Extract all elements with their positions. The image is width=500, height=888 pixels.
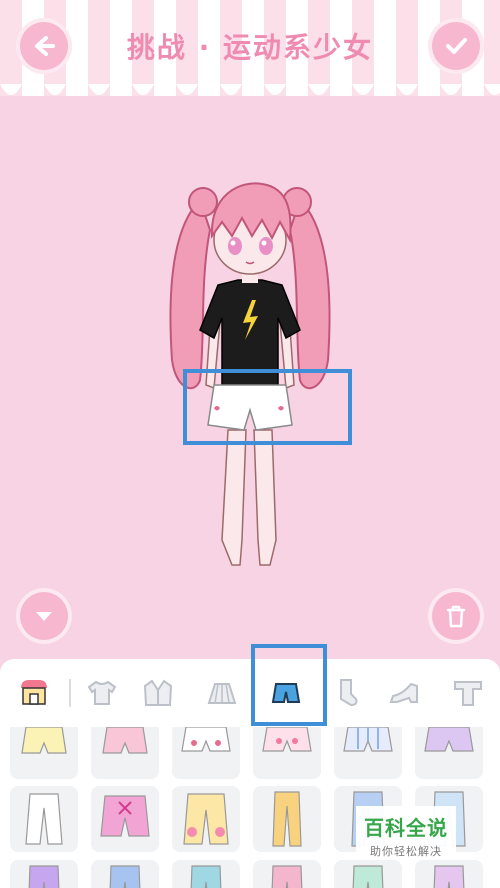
tab-skirt[interactable]: [196, 667, 248, 719]
shorts-highlight-box: [183, 369, 352, 445]
collapse-button[interactable]: [16, 588, 72, 644]
chevron-down-icon: [36, 612, 52, 621]
item-yellow-bloomers[interactable]: [10, 727, 78, 779]
item-pink-bloomers[interactable]: [91, 727, 159, 779]
delete-button[interactable]: [428, 588, 484, 644]
tab-tshirt[interactable]: [76, 667, 128, 719]
trash-icon: [446, 605, 466, 628]
item-white-pants[interactable]: [10, 786, 78, 852]
item-lavender-bloomers[interactable]: [415, 727, 483, 779]
item-mint-pants[interactable]: [334, 860, 402, 888]
item-pink-ribbon-bloomers[interactable]: [253, 727, 321, 779]
tab-jacket[interactable]: [132, 667, 184, 719]
confirm-button[interactable]: [428, 18, 484, 74]
watermark: 百科全说 助你轻松解决: [356, 806, 456, 860]
tab-shoes[interactable]: [378, 667, 430, 719]
back-arrow-icon: [35, 36, 55, 56]
item-white-heart-shorts[interactable]: [172, 727, 240, 779]
skirt-icon: [207, 683, 237, 704]
top-icon: [454, 681, 482, 706]
item-purple-pants[interactable]: [10, 860, 78, 888]
shorts-tab-highlight-box: [251, 644, 327, 726]
item-pink-pants[interactable]: [253, 860, 321, 888]
tab-shop[interactable]: [8, 667, 60, 719]
category-tab-bar: [0, 659, 500, 727]
watermark-sub-text: 助你轻松解决: [370, 845, 442, 858]
back-button[interactable]: [16, 18, 72, 74]
tshirt-icon: [87, 680, 117, 705]
checkmark-icon: [446, 38, 467, 54]
item-yellow-heart-pants[interactable]: [172, 786, 240, 852]
tab-socks[interactable]: [320, 667, 372, 719]
heel-shoe-icon: [389, 682, 418, 703]
tab-top[interactable]: [442, 667, 494, 719]
watermark-main-text: 百科全说: [364, 816, 448, 840]
tab-divider: [69, 679, 71, 707]
item-yellow-trousers[interactable]: [253, 786, 321, 852]
item-teal-pants[interactable]: [172, 860, 240, 888]
item-blue-pants-2[interactable]: [91, 860, 159, 888]
item-pink-lace-shorts[interactable]: [91, 786, 159, 852]
shop-icon: [21, 680, 47, 705]
banner-scallop-edge: [0, 84, 500, 95]
item-lavender-pants[interactable]: [415, 860, 483, 888]
jacket-icon: [143, 679, 173, 706]
item-striped-bloomers[interactable]: [334, 727, 402, 779]
sock-icon: [340, 679, 358, 707]
page-title: 挑战 · 运动系少女: [126, 31, 374, 64]
